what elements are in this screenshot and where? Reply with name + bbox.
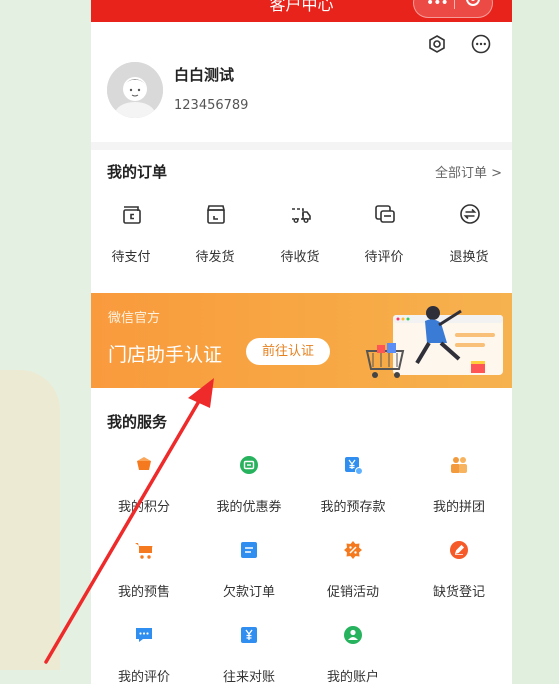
header-bar: 客户中心 •••: [91, 0, 512, 22]
stockout-icon: [450, 541, 468, 559]
order-exchange[interactable]: 退换货: [434, 200, 504, 270]
coupon-icon: [240, 456, 258, 474]
service-label: 我的预存款: [320, 500, 386, 515]
more-icon[interactable]: •••: [426, 0, 449, 11]
presale-cart-icon: [135, 543, 153, 559]
order-label: 待支付: [111, 250, 151, 265]
service-label: 缺货登记: [432, 585, 485, 600]
service-points[interactable]: 我的积分: [94, 455, 194, 515]
service-account[interactable]: 我的账户: [303, 625, 403, 684]
user-id: 123456789: [174, 98, 249, 113]
banner-subtitle: 微信官方: [108, 311, 161, 326]
reconcile-icon: [241, 627, 257, 643]
customer-center-screen: 客户中心 ••• 白白测试 123456789 我的订单 全部订单 > 待支付 …: [91, 0, 512, 684]
order-pending-receipt[interactable]: 待收货: [265, 200, 335, 270]
points-icon: [137, 457, 151, 470]
background-decoration: [0, 370, 60, 670]
service-label: 我的拼团: [432, 500, 485, 515]
section-divider: [91, 142, 512, 150]
service-label: 我的评价: [117, 670, 170, 684]
banner-title: 门店助手认证: [108, 344, 223, 366]
order-label: 退换货: [449, 250, 489, 265]
comment-icon: [136, 628, 152, 642]
close-miniprogram-icon[interactable]: [466, 0, 480, 6]
verify-button[interactable]: 前往认证: [246, 338, 330, 365]
review-icon: [375, 205, 395, 223]
promotion-icon: [344, 541, 362, 559]
wallet-icon: [123, 206, 141, 224]
service-label: 欠款订单: [222, 585, 275, 600]
service-reconcile[interactable]: 往来对账: [199, 625, 299, 684]
service-label: 我的预售: [117, 585, 170, 600]
orders-title: 我的订单: [107, 163, 168, 181]
order-pending-payment[interactable]: 待支付: [96, 200, 166, 270]
exchange-icon: [460, 204, 480, 224]
delivery-truck-icon: [292, 208, 311, 224]
account-icon: [344, 626, 362, 644]
service-promotions[interactable]: 促销活动: [303, 540, 403, 600]
debt-order-icon: [241, 542, 257, 558]
order-pending-shipment[interactable]: 待发货: [180, 200, 250, 270]
service-group-buy[interactable]: 我的拼团: [409, 455, 509, 515]
capsule-divider: [454, 0, 455, 9]
shopping-illustration: [365, 306, 503, 378]
service-label: 我的积分: [117, 500, 170, 515]
service-debt-orders[interactable]: 欠款订单: [199, 540, 299, 600]
order-label: 待收货: [280, 250, 320, 265]
avatar[interactable]: [107, 62, 163, 118]
service-coupons[interactable]: 我的优惠券: [199, 455, 299, 515]
order-label: 待发货: [195, 250, 235, 265]
service-deposit[interactable]: 我的预存款: [303, 455, 403, 515]
service-label: 往来对账: [222, 670, 275, 684]
username: 白白测试: [174, 66, 235, 84]
order-label: 待评价: [364, 250, 404, 265]
service-label: 促销活动: [326, 585, 379, 600]
message-icon[interactable]: [471, 34, 491, 54]
store-assistant-banner[interactable]: 微信官方 门店助手认证 前往认证: [91, 293, 512, 388]
service-presale[interactable]: 我的预售: [94, 540, 194, 600]
service-stockout[interactable]: 缺货登记: [409, 540, 509, 600]
deposit-icon: [345, 457, 363, 475]
settings-icon[interactable]: [428, 35, 446, 53]
background-right: [512, 0, 559, 684]
package-icon: [206, 205, 226, 224]
service-reviews[interactable]: 我的评价: [94, 625, 194, 684]
miniprogram-capsule[interactable]: •••: [413, 0, 493, 18]
all-orders-link[interactable]: 全部订单 >: [435, 162, 502, 181]
group-buy-icon: [451, 457, 467, 473]
services-title: 我的服务: [107, 413, 168, 431]
order-pending-review[interactable]: 待评价: [349, 200, 419, 270]
user-avatar-icon: [107, 62, 163, 118]
service-label: 我的账户: [326, 670, 379, 684]
service-label: 我的优惠券: [216, 500, 282, 515]
